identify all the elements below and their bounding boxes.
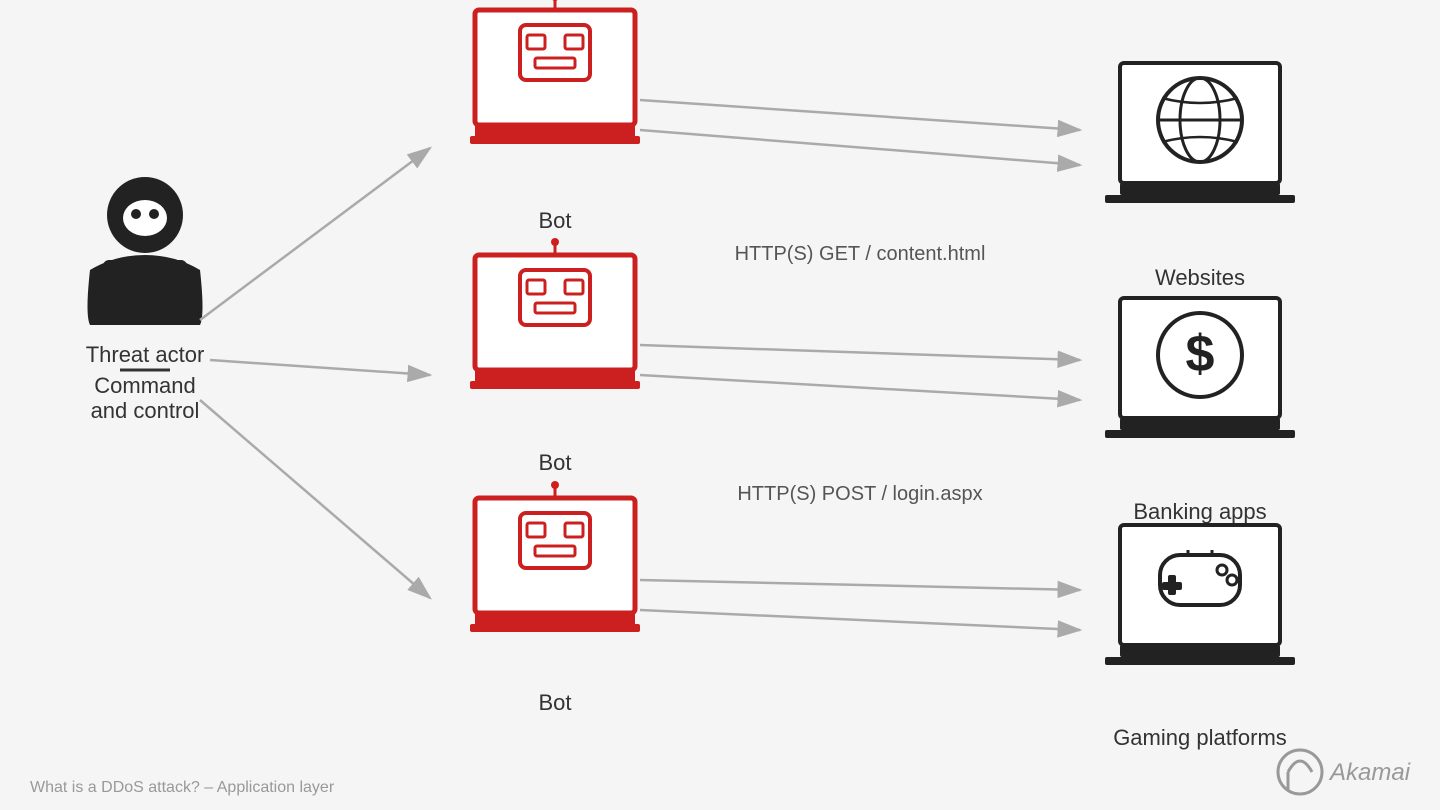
banking-label: Banking apps [1133,499,1266,524]
banking-target: $ [1105,298,1295,438]
arrow-bot1-target1-2 [640,130,1080,165]
http-post-label: HTTP(S) POST / login.aspx [737,483,982,505]
footer-label: What is a DDoS attack? – Application lay… [30,779,335,796]
arrow-to-bot1 [200,148,430,320]
arrow-to-bot2 [210,360,430,375]
arrow-to-bot3 [200,400,430,598]
bot3-label: Bot [538,690,571,715]
bot1-label: Bot [538,208,571,233]
diagram-svg: Threat actor Command and control [0,0,1440,810]
bot-3 [470,481,640,632]
gaming-label: Gaming platforms [1113,725,1287,750]
arrow-bot1-target1-1 [640,100,1080,130]
arrow-bot2-target2-2 [640,375,1080,400]
websites-target [1105,63,1295,203]
arrow-bot3-target3-1 [640,580,1080,590]
command-label: Command [94,373,195,398]
control-label: and control [91,398,200,423]
main-container: Threat actor Command and control [0,0,1440,810]
arrow-bot3-target3-2 [640,610,1080,630]
akamai-logo: Akamai [1278,750,1411,794]
bot2-label: Bot [538,450,571,475]
arrow-bot2-target2-1 [640,345,1080,360]
gaming-target [1105,525,1295,665]
svg-text:$: $ [1186,325,1215,383]
websites-label: Websites [1155,265,1245,290]
bot-2 [470,238,640,389]
threat-actor-label: Threat actor [86,342,205,367]
svg-text:Akamai: Akamai [1328,759,1411,786]
bot-1 [470,0,640,144]
http-get-label: HTTP(S) GET / content.html [735,243,986,265]
